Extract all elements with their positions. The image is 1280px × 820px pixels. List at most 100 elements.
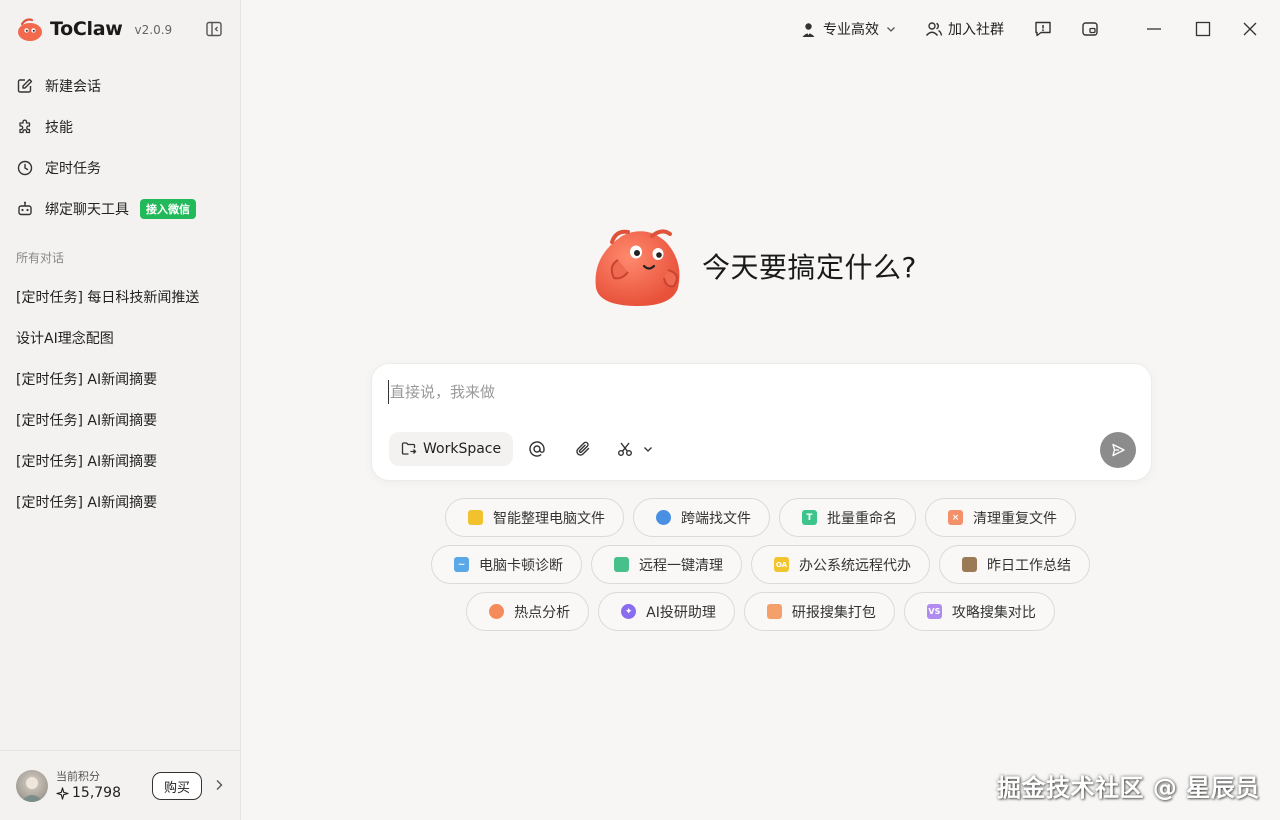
- points-value: 15,798: [56, 785, 121, 801]
- sidebar-item-label: 新建会话: [45, 79, 101, 95]
- points-number: 15,798: [72, 785, 121, 801]
- conversation-item[interactable]: [定时任务] 每日科技新闻推送: [8, 276, 233, 317]
- suggestion-row: ~ 电脑卡顿诊断 远程一键清理 OA 办公系统远程代办 昨日工作总结: [0, 545, 1280, 584]
- watermark: 掘金技术社区 @ 星辰员: [997, 774, 1260, 802]
- mention-icon[interactable]: [528, 440, 546, 458]
- text-t-icon: T: [802, 510, 817, 525]
- join-community-button[interactable]: 加入社群: [925, 17, 1004, 41]
- suggestion-chip[interactable]: T 批量重命名: [779, 498, 916, 537]
- sidebar: ToClaw v2.0.9 新建会话 技能 定时任务 绑定聊天工具 接入微信 所…: [0, 0, 241, 820]
- monitor-pulse-icon: ~: [454, 557, 469, 572]
- suggestion-chip[interactable]: OA 办公系统远程代办: [751, 545, 930, 584]
- suggestion-chip[interactable]: 智能整理电脑文件: [445, 498, 624, 537]
- conversation-list: [定时任务] 每日科技新闻推送 设计AI理念配图 [定时任务] AI新闻摘要 […: [8, 276, 233, 522]
- suggestion-row: 智能整理电脑文件 跨端找文件 T 批量重命名 × 清理重复文件: [0, 498, 1280, 537]
- chevron-down-icon: [887, 27, 895, 32]
- prompt-input[interactable]: [388, 380, 1088, 404]
- chevron-right-icon[interactable]: [212, 778, 226, 792]
- sidebar-item-label: 绑定聊天工具: [45, 202, 129, 218]
- suggestion-chip[interactable]: 研报搜集打包: [743, 592, 895, 631]
- suggestion-chip[interactable]: 跨端找文件: [633, 498, 770, 537]
- suggestion-chip[interactable]: 昨日工作总结: [939, 545, 1090, 584]
- sidebar-item-bind-chat-tool[interactable]: 绑定聊天工具 接入微信: [8, 189, 233, 229]
- edit-icon: [17, 78, 33, 93]
- toclaw-logo-icon: [18, 18, 42, 41]
- user-bar: 当前积分 15,798 购买: [0, 750, 240, 820]
- mini-window-icon[interactable]: [1080, 19, 1100, 39]
- send-icon: [1112, 443, 1125, 457]
- fire-icon: [489, 604, 505, 619]
- send-button[interactable]: [1100, 432, 1136, 468]
- suggestion-label: 攻略搜集对比: [951, 604, 1036, 621]
- puzzle-icon: [19, 119, 31, 134]
- brand: ToClaw v2.0.9: [16, 14, 172, 44]
- conversation-item[interactable]: 设计AI理念配图: [8, 317, 233, 358]
- delete-box-icon: ×: [948, 510, 963, 525]
- all-conversations-label: 所有对话: [16, 251, 65, 265]
- buy-button[interactable]: 购买: [152, 772, 202, 800]
- search-icon: [656, 510, 671, 525]
- sidebar-item-skills[interactable]: 技能: [8, 107, 233, 147]
- suggestion-chip[interactable]: VS 攻略搜集对比: [903, 592, 1055, 631]
- greeting-heading: 今天要搞定什么?: [702, 251, 917, 284]
- robot-icon: [18, 201, 32, 216]
- suggestion-label: 电脑卡顿诊断: [479, 557, 563, 574]
- suggestion-chip[interactable]: 远程一键清理: [591, 545, 742, 584]
- suggestion-chip[interactable]: × 清理重复文件: [925, 498, 1076, 537]
- suggestion-label: 跨端找文件: [681, 510, 751, 527]
- sparkle-points-icon: [56, 786, 69, 800]
- sidebar-collapse-icon[interactable]: [205, 20, 223, 38]
- sidebar-item-new-chat[interactable]: 新建会话: [8, 66, 233, 106]
- mascot-icon: [595, 229, 680, 306]
- suggestion-label: 办公系统远程代办: [799, 557, 911, 574]
- chevron-down-icon[interactable]: [642, 443, 654, 455]
- workspace-button[interactable]: WorkSpace: [389, 432, 514, 466]
- mode-selector[interactable]: 专业高效: [800, 17, 897, 41]
- folder-swap-icon: [401, 442, 417, 455]
- suggestion-chip[interactable]: ✦ AI投研助理: [598, 592, 735, 631]
- suggestion-label: 批量重命名: [827, 510, 897, 527]
- suggestion-label: AI投研助理: [646, 604, 716, 621]
- vs-icon: VS: [926, 604, 942, 619]
- suggestion-label: 远程一键清理: [639, 557, 723, 574]
- paperclip-icon[interactable]: [574, 440, 592, 458]
- sidebar-item-label: 技能: [45, 120, 73, 136]
- broom-icon: [614, 557, 629, 572]
- scissors-icon[interactable]: [616, 440, 634, 458]
- close-icon[interactable]: [1240, 19, 1260, 39]
- package-icon: [766, 604, 782, 619]
- app-name: ToClaw: [50, 18, 123, 40]
- mode-label: 专业高效: [823, 22, 879, 38]
- suggestion-chip[interactable]: 热点分析: [466, 592, 590, 631]
- sidebar-nav: 新建会话 技能 定时任务 绑定聊天工具 接入微信: [8, 66, 233, 230]
- suggestion-label: 清理重复文件: [973, 510, 1057, 527]
- sparkle-icon: ✦: [621, 604, 637, 619]
- oa-icon: OA: [774, 557, 789, 572]
- users-icon: [925, 22, 943, 36]
- conversation-item[interactable]: [定时任务] AI新闻摘要: [8, 358, 233, 399]
- join-community-label: 加入社群: [948, 22, 1004, 38]
- suggestion-label: 智能整理电脑文件: [493, 510, 605, 527]
- points-label: 当前积分: [56, 770, 100, 783]
- workspace-label: WorkSpace: [423, 441, 502, 457]
- user-tie-icon: [802, 22, 815, 37]
- conversation-item[interactable]: [定时任务] AI新闻摘要: [8, 399, 233, 440]
- avatar[interactable]: [16, 770, 48, 802]
- app-version: v2.0.9: [134, 23, 173, 37]
- feedback-icon[interactable]: [1033, 19, 1053, 39]
- sidebar-item-scheduled-tasks[interactable]: 定时任务: [8, 148, 233, 188]
- sidebar-item-label: 定时任务: [45, 161, 101, 177]
- suggestion-label: 研报搜集打包: [791, 604, 876, 621]
- prompt-composer: WorkSpace: [371, 363, 1152, 481]
- wechat-connect-badge[interactable]: 接入微信: [140, 199, 196, 219]
- clock-icon: [17, 160, 33, 176]
- suggestion-chip[interactable]: ~ 电脑卡顿诊断: [431, 545, 582, 584]
- suggestion-label: 热点分析: [514, 604, 571, 621]
- minimize-icon[interactable]: [1144, 19, 1164, 39]
- suggestion-label: 昨日工作总结: [987, 557, 1071, 574]
- avatar-image-icon: [21, 777, 43, 802]
- folder-icon: [468, 510, 483, 525]
- maximize-icon[interactable]: [1193, 19, 1213, 39]
- suggestion-row: 热点分析 ✦ AI投研助理 研报搜集打包 VS 攻略搜集对比: [0, 592, 1280, 631]
- conversation-item[interactable]: [定时任务] AI新闻摘要: [8, 440, 233, 481]
